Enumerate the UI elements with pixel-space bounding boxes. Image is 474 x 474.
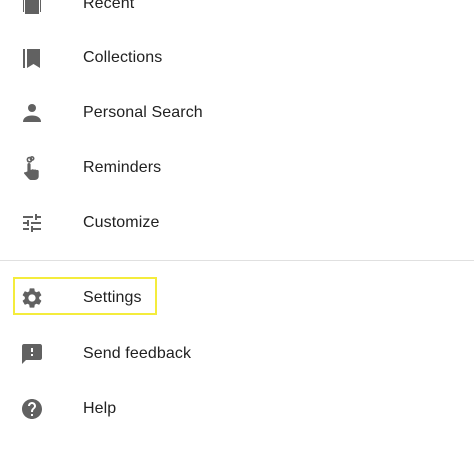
menu-item-help[interactable]: Help	[0, 381, 474, 436]
menu-item-label: Send feedback	[83, 344, 192, 362]
menu-divider	[0, 260, 474, 261]
gear-icon	[20, 286, 44, 310]
menu-item-label: Help	[83, 399, 117, 417]
menu-item-send-feedback[interactable]: Send feedback	[0, 326, 474, 381]
menu-item-label: Customize	[83, 213, 160, 231]
menu-item-label: Personal Search	[83, 103, 203, 121]
menu-item-customize[interactable]: Customize	[0, 195, 474, 250]
person-icon	[20, 101, 44, 125]
menu-item-reminders[interactable]: Reminders	[0, 140, 474, 195]
menu-item-label: Reminders	[83, 158, 162, 176]
bookmark-icon	[20, 46, 44, 70]
help-icon	[20, 397, 44, 421]
menu-item-collections[interactable]: Collections	[0, 30, 474, 85]
recent-icon	[20, 0, 44, 16]
menu-item-label: Collections	[83, 48, 163, 66]
menu-item-label: Recent	[83, 0, 135, 12]
reminder-hand-icon	[20, 155, 44, 180]
menu-item-label: Settings	[83, 288, 142, 306]
menu-item-recent[interactable]: Recent	[0, 0, 474, 31]
menu-item-settings[interactable]: Settings	[0, 270, 474, 325]
tune-icon	[20, 211, 44, 235]
menu-item-personal-search[interactable]: Personal Search	[0, 85, 474, 140]
feedback-icon	[20, 342, 44, 366]
navigation-menu: Recent Collections Personal Search Remin…	[0, 0, 474, 474]
